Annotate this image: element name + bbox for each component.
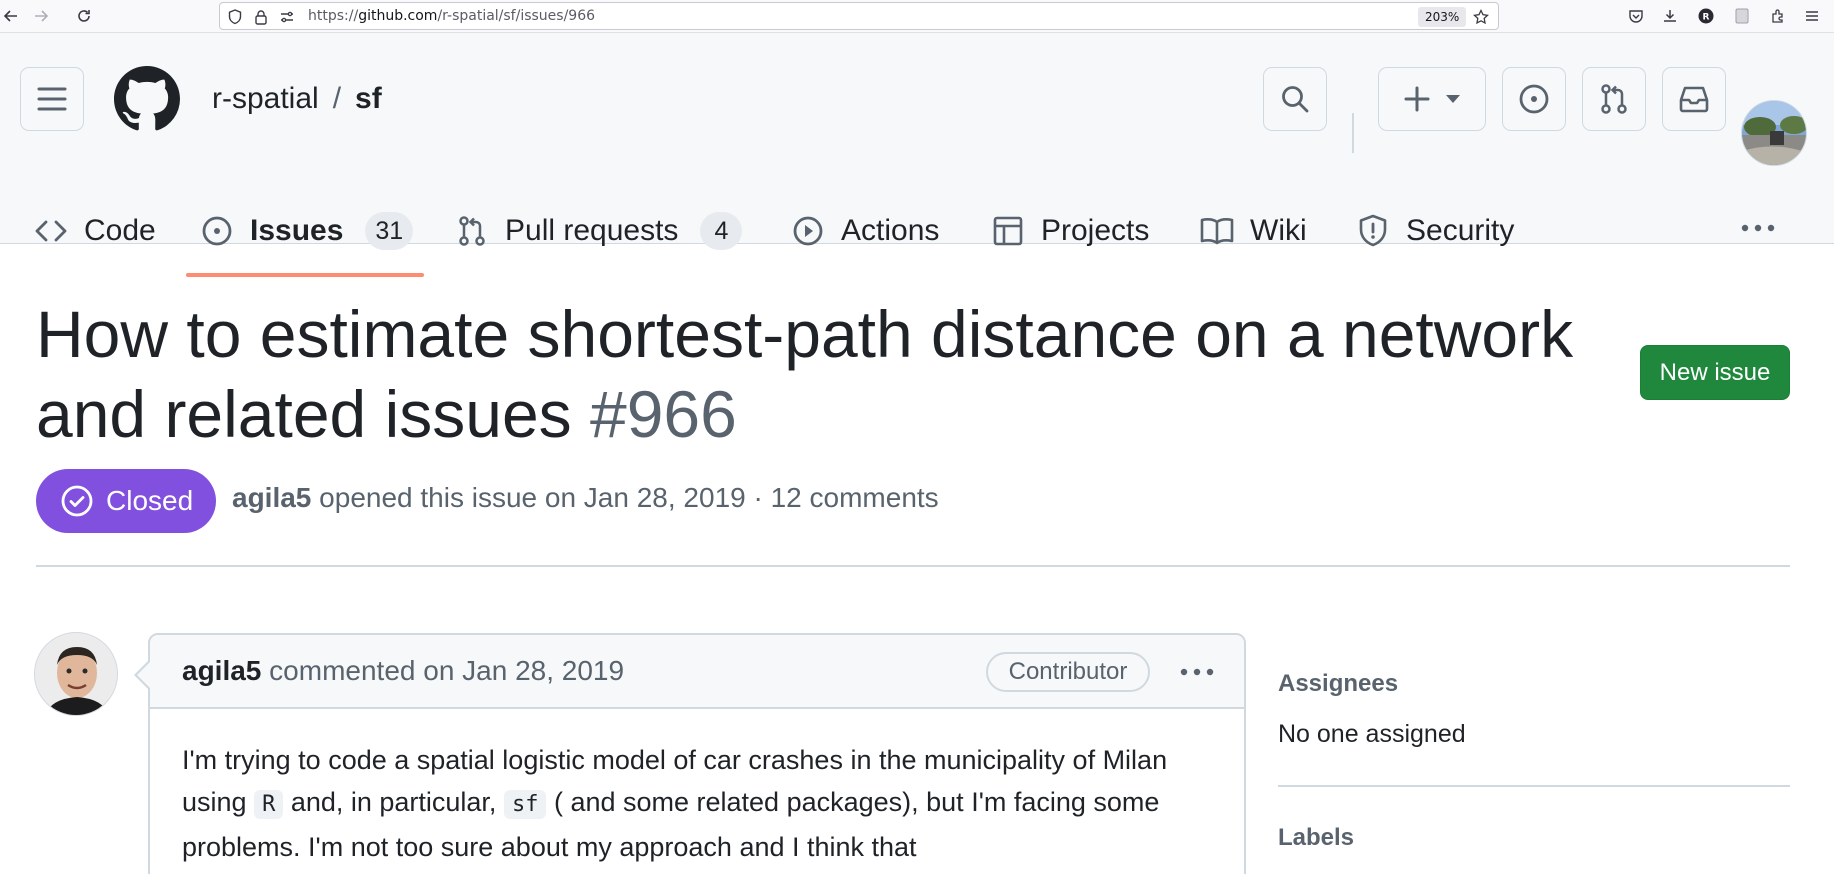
- tab-actions-label: Actions: [841, 214, 940, 247]
- book-icon: [1200, 214, 1234, 248]
- bookmark-star-icon[interactable]: [1472, 8, 1490, 26]
- repo-name-link[interactable]: sf: [355, 82, 382, 115]
- zoom-level[interactable]: 203%: [1418, 7, 1467, 27]
- pull-requests-count-badge: 4: [700, 212, 743, 250]
- github-logo-icon[interactable]: [114, 66, 180, 132]
- issue-opened-text: opened this issue on Jan 28, 2019 · 12 c…: [319, 482, 939, 513]
- pull-requests-shortcut-button[interactable]: [1582, 67, 1646, 131]
- header-divider: [1352, 113, 1354, 153]
- lock-icon[interactable]: [252, 8, 270, 26]
- issue-state-badge: Closed: [36, 469, 216, 533]
- inline-code-r: R: [254, 790, 284, 819]
- issue-state-label: Closed: [106, 485, 194, 516]
- svg-text:R: R: [1703, 13, 1710, 23]
- active-tab-indicator: [186, 273, 424, 277]
- tab-issues-label: Issues: [250, 214, 344, 247]
- tab-issues[interactable]: Issues 31: [200, 203, 414, 259]
- tab-code[interactable]: Code: [34, 203, 156, 259]
- comment-options-button[interactable]: [1172, 655, 1222, 689]
- labels-heading[interactable]: Labels: [1278, 824, 1354, 852]
- shield-icon: [1356, 214, 1390, 248]
- downloads-icon[interactable]: [1660, 6, 1680, 26]
- issue-meta: agila5 opened this issue on Jan 28, 2019…: [232, 482, 939, 514]
- tab-security[interactable]: Security: [1356, 203, 1514, 259]
- comment-timestamp[interactable]: commented on Jan 28, 2019: [269, 655, 624, 686]
- title-divider: [36, 565, 1790, 567]
- issues-shortcut-button[interactable]: [1502, 67, 1566, 131]
- comment-author-avatar[interactable]: [34, 632, 118, 716]
- extensions-icon[interactable]: [1768, 6, 1788, 26]
- inbox-icon: [1679, 86, 1709, 113]
- tab-wiki-label: Wiki: [1250, 214, 1307, 247]
- author-role-badge: Contributor: [986, 652, 1150, 692]
- issue-closed-icon: [60, 484, 94, 518]
- comment-header-text: agila5 commented on Jan 28, 2019: [182, 655, 624, 687]
- issue-author-link[interactable]: agila5: [232, 482, 311, 513]
- issue-title: How to estimate shortest-path distance o…: [36, 294, 1636, 454]
- assignees-value: No one assigned: [1278, 720, 1466, 748]
- kebab-horizontal-icon: [1741, 224, 1775, 232]
- play-icon: [791, 214, 825, 248]
- tab-code-label: Code: [84, 214, 156, 247]
- new-issue-button[interactable]: New issue: [1640, 345, 1790, 400]
- hamburger-icon: [37, 87, 67, 111]
- comment-author-link[interactable]: agila5: [182, 655, 261, 686]
- browser-toolbar: https://github.com/r-spatial/sf/issues/9…: [0, 0, 1834, 33]
- url-text[interactable]: https://github.com/r-spatial/sf/issues/9…: [308, 8, 595, 24]
- search-icon: [1282, 86, 1309, 113]
- reader-icon[interactable]: [1732, 6, 1752, 26]
- repo-owner-link[interactable]: r-spatial: [212, 82, 319, 115]
- git-pull-request-icon: [455, 214, 489, 248]
- plus-icon: [1404, 86, 1430, 112]
- code-icon: [34, 214, 68, 248]
- more-tabs-button[interactable]: [1738, 213, 1778, 243]
- sidebar-divider: [1278, 785, 1790, 787]
- inbox-button[interactable]: [1662, 67, 1726, 131]
- pocket-icon[interactable]: [1626, 6, 1646, 26]
- tab-security-label: Security: [1406, 214, 1515, 247]
- tab-actions[interactable]: Actions: [791, 203, 939, 259]
- create-new-button[interactable]: [1378, 67, 1486, 131]
- issue-opened-icon: [1519, 84, 1549, 114]
- menu-icon[interactable]: [1802, 6, 1822, 26]
- hamburger-menu-button[interactable]: [20, 67, 84, 131]
- forward-icon[interactable]: [30, 5, 52, 27]
- comment-box: agila5 commented on Jan 28, 2019 Contrib…: [148, 633, 1246, 874]
- table-icon: [991, 214, 1025, 248]
- kebab-horizontal-icon: [1180, 668, 1214, 676]
- tab-projects[interactable]: Projects: [991, 203, 1149, 259]
- breadcrumb-separator: /: [332, 82, 342, 115]
- tab-pull-requests-label: Pull requests: [505, 214, 679, 247]
- git-pull-request-icon: [1601, 84, 1627, 114]
- issue-title-text: How to estimate shortest-path distance o…: [36, 297, 1574, 451]
- tab-wiki[interactable]: Wiki: [1200, 203, 1307, 259]
- issue-number: #966: [590, 377, 737, 451]
- permissions-icon[interactable]: [278, 8, 296, 26]
- repo-breadcrumb: r-spatial / sf: [212, 82, 382, 116]
- inline-code-sf: sf: [503, 790, 547, 819]
- tab-pull-requests[interactable]: Pull requests 4: [455, 203, 743, 259]
- assignees-heading[interactable]: Assignees: [1278, 670, 1398, 698]
- search-button[interactable]: [1263, 67, 1327, 131]
- address-bar[interactable]: https://github.com/r-spatial/sf/issues/9…: [219, 2, 1499, 30]
- shield-icon[interactable]: [226, 8, 244, 26]
- reload-icon[interactable]: [73, 5, 95, 27]
- comment-pointer-inner: [137, 662, 150, 688]
- issue-opened-icon: [200, 214, 234, 248]
- profile-r-icon[interactable]: R: [1696, 6, 1716, 26]
- comment-header: agila5 commented on Jan 28, 2019 Contrib…: [150, 635, 1244, 709]
- tab-projects-label: Projects: [1041, 214, 1150, 247]
- github-header: r-spatial / sf Code Issues 31 Pull reque…: [0, 33, 1834, 277]
- user-avatar[interactable]: [1741, 100, 1807, 166]
- caret-down-icon: [1446, 95, 1460, 103]
- comment-body: I'm trying to code a spatial logistic mo…: [182, 745, 1168, 862]
- back-icon[interactable]: [0, 5, 22, 27]
- issues-count-badge: 31: [365, 212, 414, 250]
